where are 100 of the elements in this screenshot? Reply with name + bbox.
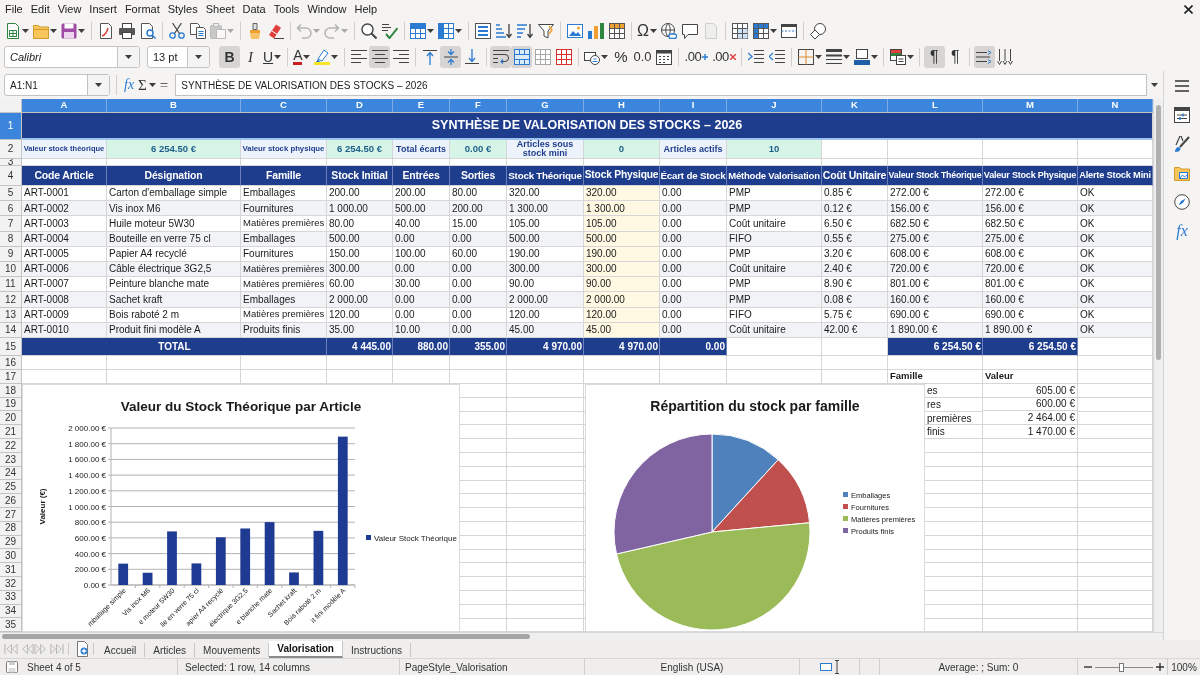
- column-header[interactable]: F: [450, 99, 507, 113]
- column-header[interactable]: M: [983, 99, 1078, 113]
- column-title: Valeur Stock Physique: [983, 166, 1078, 186]
- row-header[interactable]: 30: [0, 549, 22, 564]
- special-character-button[interactable]: Ω: [635, 19, 659, 42]
- sheet-tab[interactable]: Articles: [145, 643, 196, 657]
- bold-button[interactable]: B: [219, 46, 240, 68]
- row-header[interactable]: 22: [0, 439, 22, 453]
- row-header[interactable]: 12: [0, 292, 22, 308]
- sort-ascending-icon: [495, 22, 512, 39]
- column-header[interactable]: G: [507, 99, 584, 113]
- right-to-left-button[interactable]: ¶: [944, 46, 966, 68]
- add-decimal-button[interactable]: .00: [682, 46, 711, 68]
- font-size-field[interactable]: 13 pt: [147, 46, 210, 68]
- functions-button[interactable]: fx: [1169, 219, 1195, 243]
- delete-decimal-button[interactable]: .00: [710, 46, 738, 68]
- caret-icon: [814, 55, 822, 59]
- column-header[interactable]: A: [22, 99, 107, 113]
- column-title: Code Article: [22, 166, 107, 186]
- menu-item[interactable]: Sheet: [201, 2, 239, 16]
- text-direction-button[interactable]: [973, 46, 995, 68]
- table-icon: [438, 22, 454, 39]
- column-header[interactable]: D: [327, 99, 393, 113]
- wrap-text-button[interactable]: [490, 46, 512, 68]
- menu-item[interactable]: Help: [350, 2, 382, 16]
- column-header[interactable]: K: [822, 99, 888, 113]
- merge-center-button[interactable]: [511, 46, 533, 68]
- vertical-text-button[interactable]: [994, 46, 1016, 68]
- merge-cells-button[interactable]: [532, 46, 554, 68]
- menu-item[interactable]: View: [53, 2, 86, 16]
- dropdown-button[interactable]: [187, 47, 209, 67]
- row-header[interactable]: 4: [0, 166, 22, 186]
- column-header[interactable]: I: [660, 99, 727, 113]
- left-to-right-button[interactable]: ¶: [923, 46, 945, 68]
- dropdown-button[interactable]: [117, 47, 139, 67]
- row-header[interactable]: 21: [0, 425, 22, 440]
- row-header[interactable]: 32: [0, 577, 22, 591]
- close-icon: [1184, 4, 1193, 14]
- scrollbar-thumb[interactable]: [1156, 105, 1161, 360]
- menu-item[interactable]: File: [1, 2, 27, 16]
- menu-item[interactable]: Format: [120, 2, 164, 16]
- selection-status-text: Selected: 1 row, 14 columns: [185, 661, 311, 673]
- column-header[interactable]: L: [888, 99, 983, 113]
- row-header[interactable]: 1: [0, 113, 22, 140]
- column-header[interactable]: B: [107, 99, 241, 113]
- borders-button[interactable]: [795, 46, 824, 68]
- border-color-button[interactable]: [851, 46, 880, 68]
- row-header[interactable]: 31: [0, 563, 22, 578]
- scrollbar-track[interactable]: [1153, 99, 1163, 632]
- column-header[interactable]: C: [241, 99, 327, 113]
- percent-button[interactable]: %: [610, 46, 632, 68]
- unmerge-cells-button[interactable]: [553, 46, 575, 68]
- last-arrow-icon: [49, 643, 64, 655]
- zoom-slider[interactable]: [1095, 662, 1153, 672]
- function-wizard-button[interactable]: fx: [122, 74, 137, 96]
- slider-thumb[interactable]: [1118, 662, 1124, 672]
- sheet-tab[interactable]: Instructions: [343, 643, 412, 657]
- row-header[interactable]: 5: [0, 186, 22, 202]
- formula-button[interactable]: =: [157, 74, 171, 96]
- table-cell: 0.00: [393, 292, 450, 308]
- close-document-button[interactable]: [1183, 3, 1194, 15]
- font-color-button[interactable]: A: [291, 46, 313, 68]
- column-header[interactable]: N: [1078, 99, 1153, 113]
- menu-item[interactable]: Styles: [163, 2, 202, 16]
- menu-item[interactable]: Window: [303, 2, 351, 16]
- underline-button[interactable]: U: [261, 46, 284, 68]
- menu-item[interactable]: Tools: [269, 2, 304, 16]
- dropdown-button[interactable]: [87, 75, 109, 95]
- row-header[interactable]: 7: [0, 216, 22, 232]
- name-box[interactable]: A1:N1: [4, 74, 110, 96]
- font-name-field[interactable]: Calibri: [4, 46, 140, 68]
- column-header[interactable]: E: [393, 99, 450, 113]
- row-header[interactable]: 20: [0, 411, 22, 426]
- sheet-tab[interactable]: Accueil: [96, 643, 146, 657]
- row-header[interactable]: 6: [0, 201, 22, 217]
- scrollbar-thumb[interactable]: [2, 634, 530, 639]
- number-format-button[interactable]: 0.0: [631, 46, 654, 68]
- bar: [191, 563, 202, 585]
- table-cell: 320.00: [584, 186, 660, 202]
- row-header[interactable]: 2: [0, 140, 22, 159]
- column-header[interactable]: H: [584, 99, 660, 113]
- align-center-button[interactable]: [369, 46, 391, 68]
- row-header[interactable]: 11: [0, 277, 22, 293]
- row-header[interactable]: 27: [0, 508, 22, 522]
- italic-button[interactable]: I: [240, 46, 261, 68]
- menu-item[interactable]: Insert: [85, 2, 121, 16]
- menu-item[interactable]: Edit: [26, 2, 54, 16]
- column-header[interactable]: J: [727, 99, 822, 113]
- formula-input[interactable]: SYNTHÈSE DE VALORISATION DES STOCKS – 2026: [175, 74, 1147, 96]
- table-cell: 500.00: [393, 201, 450, 217]
- window-icon: [781, 22, 798, 39]
- row-header[interactable]: 25: [0, 480, 22, 495]
- bar: [167, 531, 177, 585]
- page-icon: [703, 22, 720, 39]
- row-header[interactable]: 26: [0, 494, 22, 509]
- row-header[interactable]: 35: [0, 618, 22, 632]
- menu-item[interactable]: Data: [238, 2, 270, 16]
- sheet-tab[interactable]: Valorisation: [269, 641, 343, 658]
- conditional-format-button[interactable]: [887, 46, 916, 68]
- sum-button[interactable]: Σ: [136, 74, 158, 96]
